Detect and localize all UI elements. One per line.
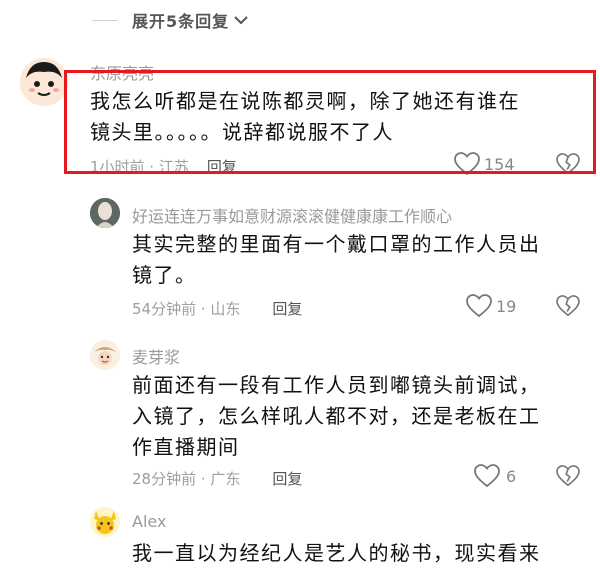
avatar[interactable] bbox=[20, 58, 68, 106]
cartoon-face-icon bbox=[20, 58, 68, 106]
chevron-down-icon bbox=[234, 16, 248, 25]
reply-button[interactable]: 回复 bbox=[272, 298, 302, 319]
avatar[interactable] bbox=[90, 340, 120, 370]
dislike-button[interactable] bbox=[556, 465, 580, 491]
reply-text-line: 我一直以为经纪人是艺人的秘书，现实看来 bbox=[132, 541, 541, 565]
like-button[interactable]: 19 bbox=[466, 294, 516, 318]
divider-line bbox=[92, 19, 118, 21]
like-count: 19 bbox=[496, 296, 517, 316]
reply-meta: 54分钟前 · 山东 回复 bbox=[132, 298, 302, 319]
reply-meta: 28分钟前 · 广东 回复 bbox=[132, 468, 302, 489]
like-count: 6 bbox=[506, 466, 517, 486]
cartoon-avatar-icon bbox=[90, 340, 120, 370]
avatar[interactable] bbox=[90, 507, 120, 537]
user-photo-icon bbox=[90, 198, 120, 228]
reply-text-line: 入镜了，怎么样吼人都不对，还是老板在工 bbox=[132, 404, 541, 428]
heart-icon bbox=[466, 294, 492, 318]
reply-text-line: 前面还有一段有工作人员到嘟镜头前调试， bbox=[132, 373, 541, 397]
heart-icon bbox=[474, 464, 500, 488]
pikachu-avatar-icon bbox=[90, 507, 120, 537]
like-button[interactable]: 6 bbox=[474, 464, 516, 488]
reply-button[interactable]: 回复 bbox=[272, 468, 302, 489]
expand-replies-label: 展开5条回复 bbox=[132, 12, 230, 31]
reply-username[interactable]: Alex bbox=[132, 512, 166, 531]
reply-text-line: 镜了。 bbox=[132, 263, 197, 287]
reply-text-line: 其实完整的里面有一个戴口罩的工作人员出 bbox=[132, 232, 541, 256]
time-location: 54分钟前 · 山东 bbox=[132, 300, 241, 318]
broken-heart-icon bbox=[556, 465, 580, 487]
highlight-box bbox=[64, 70, 596, 174]
expand-replies-button[interactable]: 展开5条回复 bbox=[92, 8, 249, 32]
time-location: 28分钟前 · 广东 bbox=[132, 470, 241, 488]
reply-text-line: 作直播期间 bbox=[132, 435, 240, 459]
reply-username[interactable]: 好运连连万事如意财源滚滚健健康康工作顺心 bbox=[132, 203, 452, 227]
avatar[interactable] bbox=[90, 198, 120, 228]
reply-username[interactable]: 麦芽浆 bbox=[132, 344, 180, 368]
broken-heart-icon bbox=[556, 295, 580, 317]
dislike-button[interactable] bbox=[556, 295, 580, 321]
